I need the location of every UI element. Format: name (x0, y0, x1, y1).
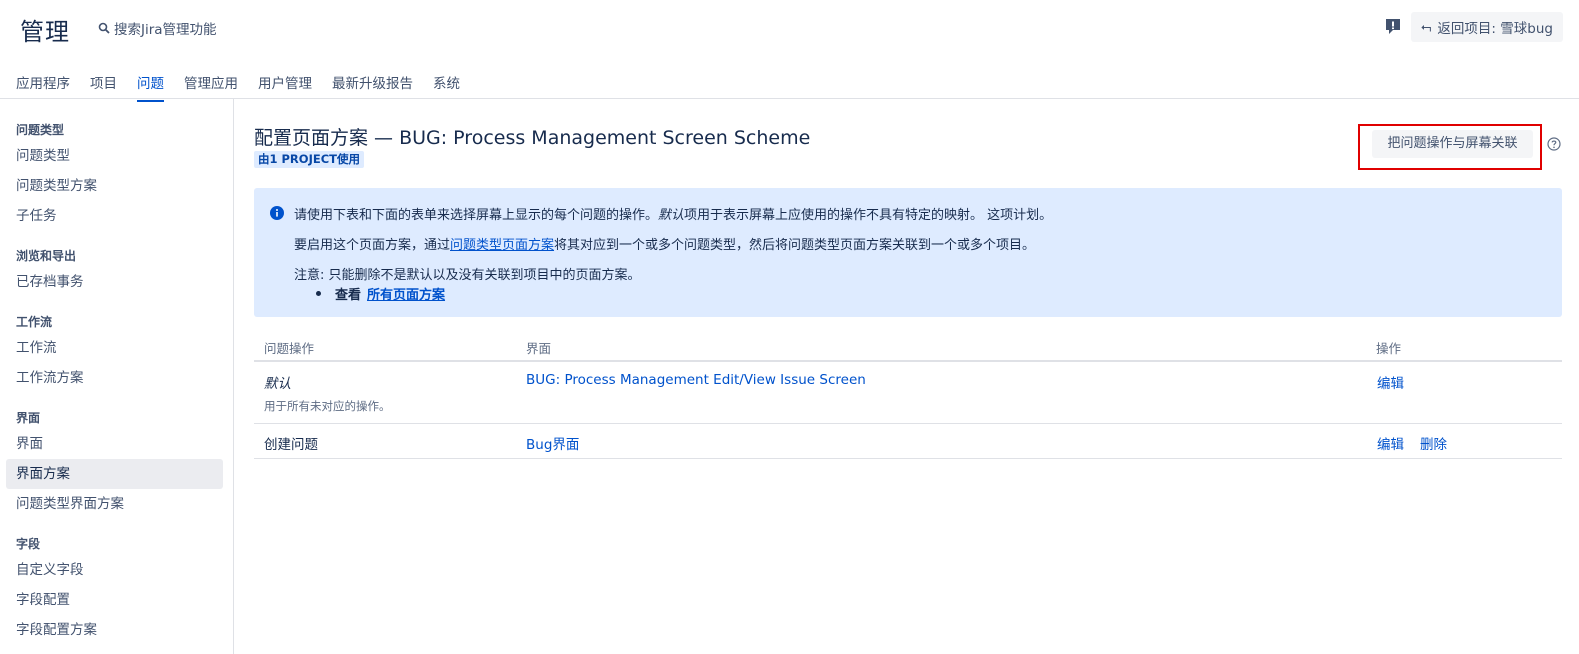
table-row: 创建问题 Bug界面 编辑 删除 (254, 424, 1562, 459)
info-bullet-prefix: 查看 (335, 288, 362, 303)
usage-badge[interactable]: 由1 PROJECT使用 (254, 151, 364, 168)
sidebar-item-workflow-schemes[interactable]: 工作流方案 (6, 363, 223, 393)
sidebar-item-screen-schemes[interactable]: 界面方案 (6, 459, 223, 489)
admin-search[interactable]: 搜索Jira管理功能 (98, 18, 217, 38)
help-icon[interactable] (1547, 137, 1561, 151)
back-to-project-label: 返回项目: 雪球bug (1437, 21, 1553, 37)
info-line-3: 注意: 只能删除不是默认以及没有关联到项目中的页面方案。 (294, 268, 641, 283)
sidebar-section-screens: 界面 (16, 411, 41, 425)
header-actions: 操作 (1376, 341, 1402, 356)
sidebar-item-issue-types[interactable]: 问题类型 (6, 141, 223, 171)
operation-note: 用于所有未对应的操作。 (264, 399, 391, 413)
info-line-1: 请使用下表和下面的表单来选择屏幕上显示的每个问题的操作。默认项用于表示屏幕上应使… (294, 204, 1052, 223)
sidebar-item-custom-fields[interactable]: 自定义字段 (6, 555, 223, 585)
table-row: 默认 用于所有未对应的操作。 BUG: Process Management E… (254, 362, 1562, 424)
header-operation: 问题操作 (264, 341, 315, 356)
sidebar-item-issue-type-screen-schemes[interactable]: 问题类型界面方案 (6, 489, 223, 519)
info-text: 请使用下表和下面的表单来选择屏幕上显示的每个问题的操作。 (294, 208, 659, 223)
edit-link[interactable]: 编辑 (1377, 372, 1404, 392)
info-text: 要启用这个页面方案，通过 (294, 238, 451, 253)
edit-link[interactable]: 编辑 (1377, 433, 1404, 453)
sidebar-item-archived[interactable]: 已存档事务 (6, 267, 223, 297)
info-icon (270, 206, 284, 220)
delete-link[interactable]: 删除 (1420, 433, 1447, 453)
top-header: 管理 搜索Jira管理功能 ⮢ 返回项目: 雪球bug (0, 0, 1579, 58)
sidebar-section-fields: 字段 (16, 537, 41, 551)
screen-link[interactable]: BUG: Process Management Edit/View Issue … (526, 372, 866, 388)
feedback-icon[interactable] (1384, 17, 1402, 35)
issue-type-screen-scheme-link[interactable]: 问题类型页面方案 (450, 238, 554, 253)
sidebar-section-browse-export: 浏览和导出 (16, 249, 77, 263)
info-default-term: 默认 (658, 208, 685, 223)
tabs-divider (0, 98, 1579, 99)
search-label: 搜索Jira管理功能 (114, 22, 217, 38)
sidebar-item-screens[interactable]: 界面 (6, 429, 223, 459)
info-text: 将其对应到一个或多个问题类型，然后将问题类型页面方案关联到一个或多个项目。 (554, 238, 1036, 253)
sidebar-item-workflows[interactable]: 工作流 (6, 333, 223, 363)
operation-name: 创建问题 (264, 437, 318, 453)
search-icon (98, 22, 110, 34)
screen-link[interactable]: Bug界面 (526, 433, 579, 453)
info-message: 请使用下表和下面的表单来选择屏幕上显示的每个问题的操作。默认项用于表示屏幕上应使… (254, 188, 1562, 317)
return-arrow-icon: ⮢ (1421, 19, 1432, 35)
annotation-highlight-box (1358, 124, 1542, 170)
info-bullet: 查看 所有页面方案 (316, 284, 445, 303)
header-screen: 界面 (526, 341, 552, 356)
operation-name: 默认 (264, 376, 291, 392)
sidebar-item-subtasks[interactable]: 子任务 (6, 201, 223, 231)
admin-title: 管理 (20, 18, 70, 46)
sidebar-section-workflows: 工作流 (16, 315, 53, 329)
sidebar-item-field-config-schemes[interactable]: 字段配置方案 (6, 615, 223, 645)
sidebar-item-field-configurations[interactable]: 字段配置 (6, 585, 223, 615)
back-to-project-button[interactable]: ⮢ 返回项目: 雪球bug (1411, 12, 1563, 42)
all-screen-schemes-link[interactable]: 所有页面方案 (367, 284, 445, 303)
info-line-2: 要启用这个页面方案，通过问题类型页面方案将其对应到一个或多个问题类型，然后将问题… (294, 234, 1035, 253)
table-header: 问题操作 界面 操作 (254, 330, 1562, 362)
bullet-dot (316, 291, 321, 296)
sidebar-item-issue-type-schemes[interactable]: 问题类型方案 (6, 171, 223, 201)
page-title: 配置页面方案 — BUG: Process Management Screen … (254, 127, 811, 149)
info-text: 项用于表示屏幕上应使用的操作不具有特定的映射。 这项计划。 (684, 208, 1053, 223)
sidebar-section-issue-types: 问题类型 (16, 123, 65, 137)
admin-sidebar: 问题类型 问题类型 问题类型方案 子任务 浏览和导出 已存档事务 工作流 工作流… (0, 99, 234, 654)
